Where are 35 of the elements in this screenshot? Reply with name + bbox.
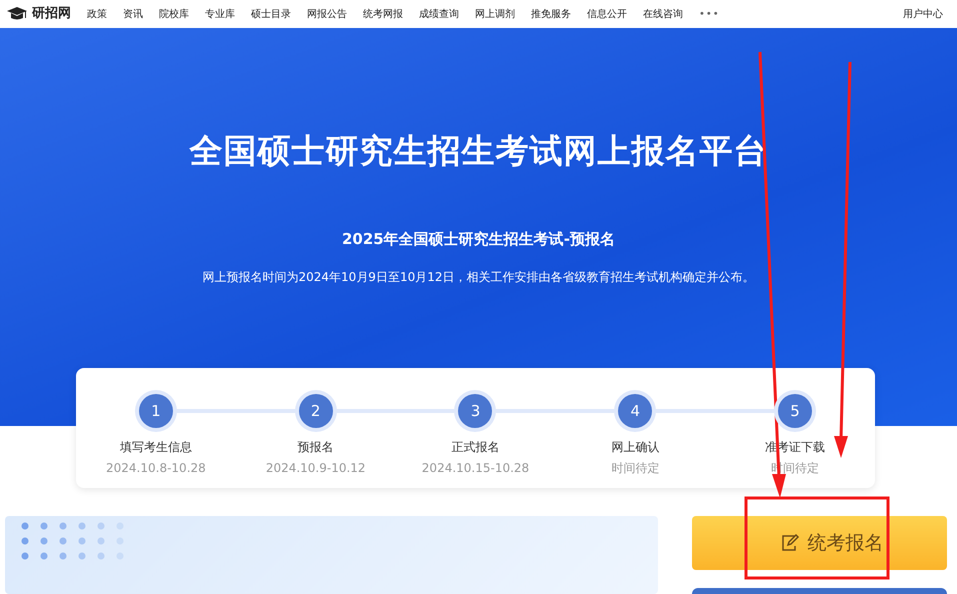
nav-link[interactable]: 推免服务 (531, 6, 571, 22)
step-date: 2024.10.9-10.12 (266, 460, 366, 477)
nav-link[interactable]: 在线咨询 (643, 6, 683, 22)
hero-title: 全国硕士研究生招生考试网上报名平台 (188, 130, 768, 172)
more-menu[interactable]: ••• (699, 6, 720, 22)
step-number: 2 (298, 394, 333, 428)
step-label: 预报名 (298, 439, 334, 456)
nav-link[interactable]: 统考网报 (363, 6, 403, 22)
step-date: 2024.10.15-10.28 (422, 460, 530, 477)
step-number: 4 (618, 394, 652, 428)
step-number: 3 (458, 394, 492, 428)
hero-subtitle: 2025年全国硕士研究生招生考试-预报名 (341, 228, 616, 250)
nav-link[interactable]: 政策 (87, 6, 107, 22)
graduation-cap-icon (6, 7, 28, 21)
nav-link[interactable]: 院校库 (159, 6, 189, 22)
nav-link[interactable]: 信息公开 (587, 6, 627, 22)
step-date: 时间待定 (611, 460, 660, 477)
nav-link[interactable]: 网上调剂 (475, 6, 515, 22)
nav-link[interactable]: 专业库 (205, 6, 235, 22)
nav-link[interactable]: 成绩查询 (419, 6, 459, 22)
step-number: 5 (778, 394, 812, 428)
nav-link[interactable]: 网报公告 (307, 6, 347, 22)
register-button[interactable]: 统考报名 (692, 516, 947, 570)
user-center-link[interactable]: 用户中心 (903, 6, 943, 22)
step-label: 网上确认 (611, 439, 660, 456)
hero-description: 网上预报名时间为2024年10月9日至10月12日，相关工作安排由各省级教育招生考试机构确定并公布。 (202, 269, 756, 286)
step-number: 1 (138, 394, 173, 428)
button-top-edge[interactable] (692, 588, 947, 594)
step-date: 2024.10.8-10.28 (106, 460, 206, 477)
edit-icon (780, 533, 800, 553)
nav-link[interactable]: 硕士目录 (251, 6, 291, 22)
site-logo[interactable]: 研招网 (32, 4, 71, 24)
nav-link[interactable]: 资讯 (123, 6, 143, 22)
step-label: 填写考生信息 (120, 439, 192, 456)
step-label: 正式报名 (451, 439, 500, 456)
